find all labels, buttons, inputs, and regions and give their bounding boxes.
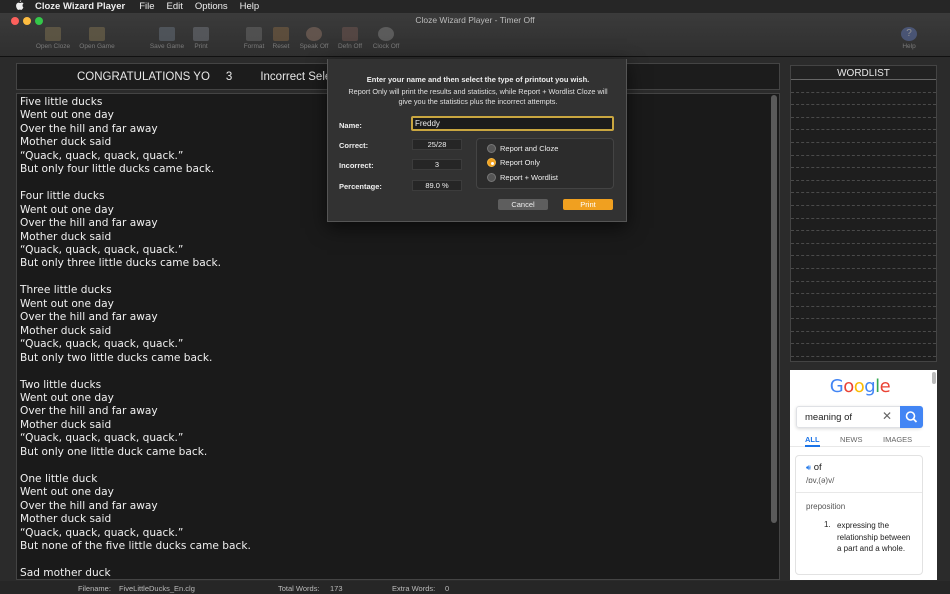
title-bar: Cloze Wizard Player - Timer Off Open Clo…: [0, 13, 950, 57]
tab-all-indicator: [805, 445, 820, 447]
window-title: Cloze Wizard Player - Timer Off: [415, 15, 535, 25]
wordlist-line: [791, 118, 936, 131]
clock-toggle-button[interactable]: Clock Off: [364, 27, 408, 57]
help-button[interactable]: ? Help: [887, 27, 931, 57]
radio-report-only[interactable]: Report Only: [487, 158, 540, 167]
search-button[interactable]: [900, 406, 923, 428]
google-logo: Google: [829, 376, 891, 397]
wordlist-title: WORDLIST: [791, 66, 936, 80]
apple-menu-icon[interactable]: [13, 0, 25, 13]
radio-dot: [487, 173, 496, 182]
wordlist-lines[interactable]: [791, 80, 936, 358]
open-game-button[interactable]: Open Game: [75, 27, 119, 57]
name-label: Name:: [339, 121, 362, 130]
radio-report-wordlist[interactable]: Report + Wordlist: [487, 173, 558, 182]
printout-type-group: Report and Cloze Report Only Report + Wo…: [476, 138, 614, 189]
clock-icon: [378, 27, 394, 41]
menu-help[interactable]: Help: [240, 1, 260, 12]
wordlist-line: [791, 294, 936, 307]
part-of-speech: preposition: [806, 502, 846, 511]
dialog-instruction: Enter your name and then select the type…: [366, 75, 590, 84]
clear-search-icon[interactable]: ✕: [882, 409, 892, 423]
floppy-disk-icon: [159, 27, 175, 41]
google-scrollbar[interactable]: [932, 372, 936, 384]
dictionary-icon: [342, 27, 358, 41]
definition-number: 1.: [824, 520, 831, 529]
wordlist-line: [791, 332, 936, 345]
menu-bar: Cloze Wizard Player File Edit Options He…: [0, 0, 950, 13]
tab-news[interactable]: NEWS: [840, 435, 863, 444]
print-button[interactable]: Print: [179, 27, 223, 57]
wordlist-line: [791, 256, 936, 269]
folder-icon: [89, 27, 105, 41]
wordlist-line: [791, 80, 936, 93]
incorrect-count: 3: [225, 71, 233, 83]
definition-text: expressing the relationship between a pa…: [837, 521, 911, 553]
speaker-icon[interactable]: 🔊︎: [806, 463, 811, 472]
wordlist-line: [791, 181, 936, 194]
filename-label: Filename:: [78, 584, 111, 593]
wordlist-panel: WORDLIST: [790, 65, 937, 362]
radio-report-and-cloze[interactable]: Report and Cloze: [487, 144, 558, 153]
print-confirm-button[interactable]: Print: [563, 199, 613, 210]
extra-words-label: Extra Words:: [392, 584, 436, 593]
definition-card: 🔊︎ of /ɒv,(ə)v/ preposition 1. expressin…: [795, 455, 923, 575]
status-bar: Filename: FiveLittleDucks_En.clg Total W…: [0, 581, 950, 594]
text-scrollbar[interactable]: [771, 95, 777, 523]
wordlist-line: [791, 105, 936, 118]
congratulations-text: CONGRATULATIONS YO: [77, 71, 210, 83]
search-icon: [905, 411, 918, 423]
name-input[interactable]: Freddy: [411, 116, 614, 131]
menu-file[interactable]: File: [139, 1, 154, 12]
dialog-note: Report Only will print the results and s…: [348, 87, 608, 106]
wordlist-line: [791, 93, 936, 106]
wordlist-line: [791, 307, 936, 320]
app-menu[interactable]: Cloze Wizard Player: [35, 1, 125, 12]
google-tabs: ALL NEWS IMAGES: [790, 433, 930, 447]
wordlist-line: [791, 231, 936, 244]
wordlist-line: [791, 143, 936, 156]
incorrect-value: 3: [412, 159, 462, 170]
google-search-panel: Google meaning of ✕ ALL NEWS IMAGES 🔊︎ o…: [790, 370, 937, 580]
cancel-button[interactable]: Cancel: [498, 199, 548, 210]
folder-icon: [45, 27, 61, 41]
speaker-face-icon: [306, 27, 322, 41]
broom-icon: [273, 27, 289, 41]
total-words-value: 173: [330, 584, 343, 593]
wordlist-line: [791, 130, 936, 143]
radio-dot: [487, 144, 496, 153]
extra-words-value: 0: [445, 584, 450, 593]
phonetic: /ɒv,(ə)v/: [806, 476, 835, 485]
definition-word-row: 🔊︎ of: [806, 462, 822, 473]
wordlist-line: [791, 244, 936, 257]
menu-edit[interactable]: Edit: [167, 1, 183, 12]
wordlist-line: [791, 168, 936, 181]
radio-dot-selected: [487, 158, 496, 167]
wordlist-line: [791, 282, 936, 295]
correct-value: 25/28: [412, 139, 462, 150]
incorrect-label: Incorrect:: [339, 161, 374, 170]
printer-icon: [193, 27, 209, 41]
google-search-input[interactable]: meaning of ✕: [796, 406, 923, 428]
total-words-label: Total Words:: [278, 584, 320, 593]
tab-images[interactable]: IMAGES: [883, 435, 912, 444]
menu-options[interactable]: Options: [195, 1, 228, 12]
incorrect-label: Incorrect Selec: [260, 71, 338, 83]
correct-label: Correct:: [339, 141, 369, 150]
filename-value: FiveLittleDucks_En.clg: [119, 584, 195, 593]
wordlist-line: [791, 319, 936, 332]
wordlist-line: [791, 269, 936, 282]
wordlist-line: [791, 156, 936, 169]
percentage-label: Percentage:: [339, 182, 382, 191]
wordlist-line: [791, 193, 936, 206]
print-dialog: Enter your name and then select the type…: [327, 59, 627, 222]
open-cloze-button[interactable]: Open Cloze: [31, 27, 75, 57]
wordlist-line: [791, 219, 936, 232]
wordlist-line: [791, 206, 936, 219]
help-icon: ?: [901, 27, 917, 41]
wordlist-line: [791, 344, 936, 358]
percentage-value: 89.0 %: [412, 180, 462, 191]
tab-all[interactable]: ALL: [805, 435, 820, 444]
